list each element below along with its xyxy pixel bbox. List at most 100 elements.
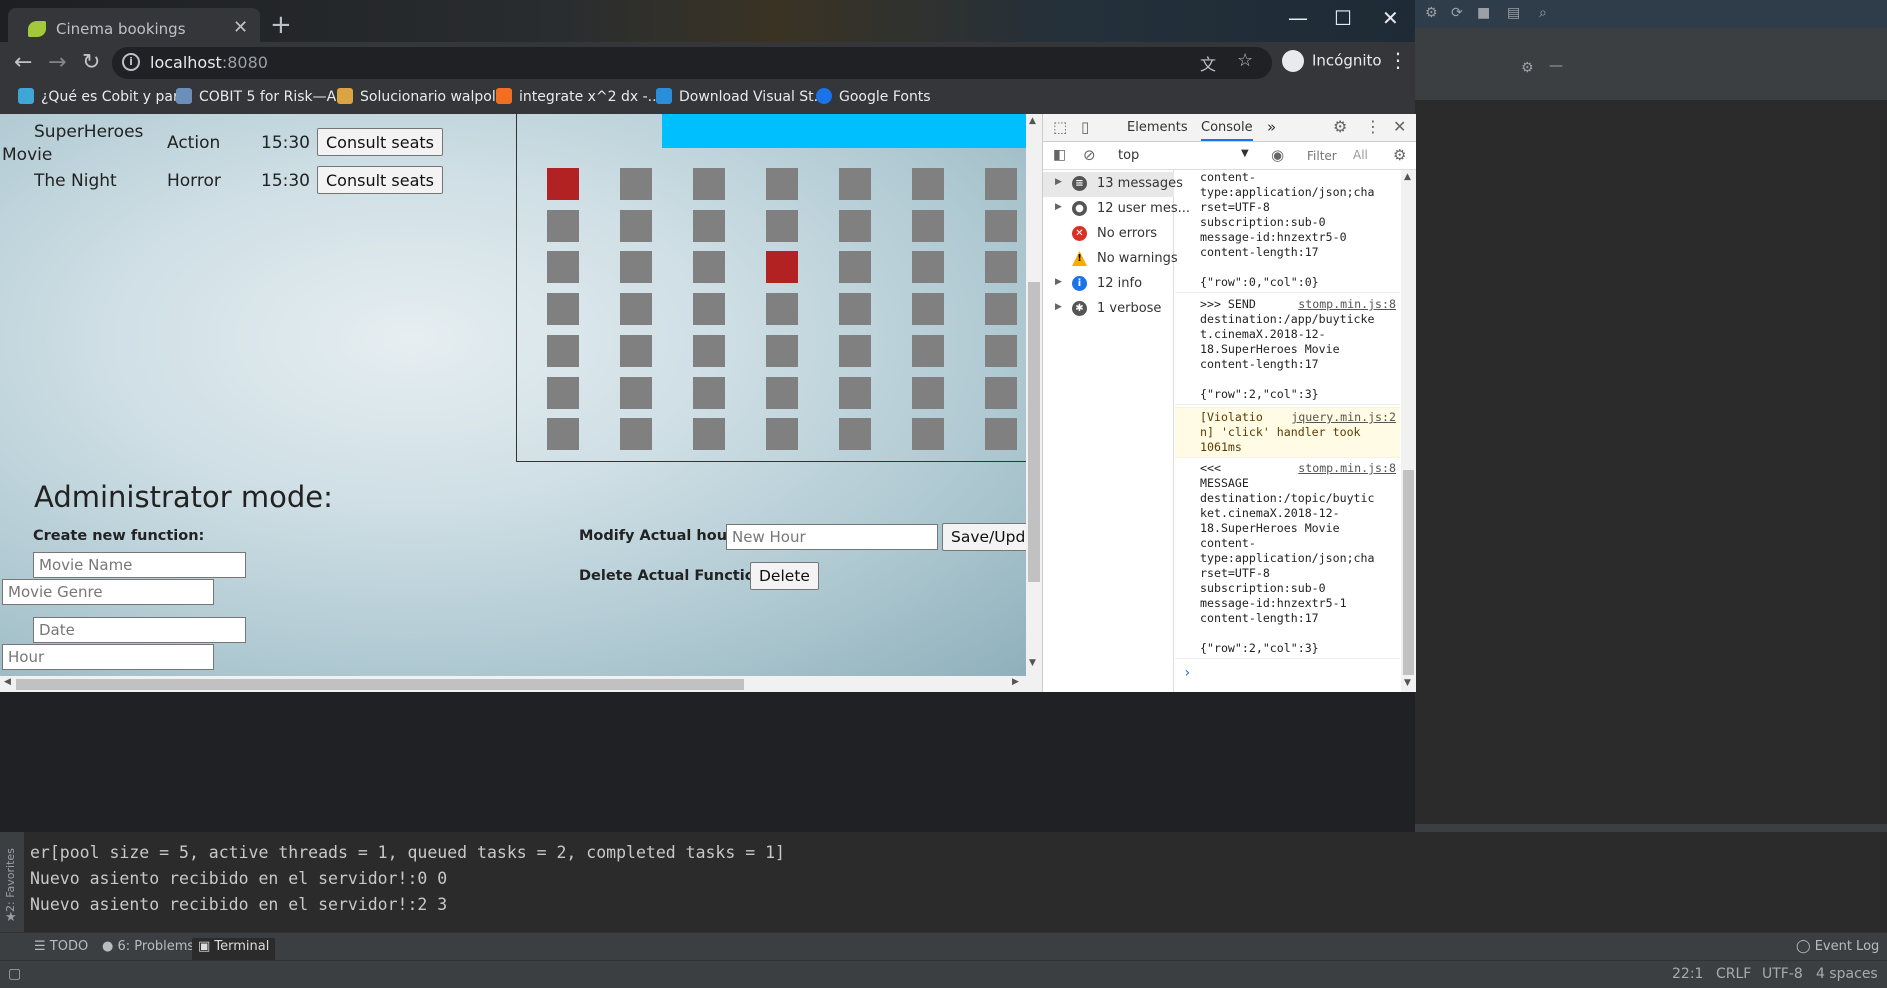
bookmark-item[interactable]: Google Fonts — [816, 88, 931, 105]
seat-taken[interactable] — [547, 168, 579, 200]
incognito-indicator[interactable]: Incógnito — [1282, 50, 1382, 72]
seat-available[interactable] — [766, 209, 798, 242]
seat-available[interactable] — [620, 168, 652, 200]
seat-available[interactable] — [693, 209, 725, 242]
close-tab-icon[interactable]: ✕ — [233, 17, 248, 38]
page-hscroll-thumb[interactable] — [16, 679, 744, 690]
status-encoding[interactable]: UTF-8 — [1762, 966, 1803, 982]
seat-available[interactable] — [620, 418, 652, 451]
console-filter-error[interactable]: ✕ No errors — [1043, 222, 1174, 247]
console-scrollbar[interactable]: ▲ ▼ — [1401, 170, 1416, 692]
seat-available[interactable] — [693, 334, 725, 367]
seat-available[interactable] — [839, 209, 871, 242]
seat-available[interactable] — [766, 168, 798, 200]
devtools-menu-icon[interactable]: ⋮ — [1365, 117, 1381, 136]
seat-available[interactable] — [912, 251, 944, 284]
console-source-link[interactable]: stomp.min.js:8 — [1298, 297, 1396, 312]
seat-available[interactable] — [985, 418, 1017, 451]
console-settings-icon[interactable]: ⚙ — [1393, 146, 1406, 164]
seat-available[interactable] — [547, 251, 579, 284]
console-messages[interactable]: content- type:application/json;cha rset=… — [1175, 170, 1400, 692]
translate-icon[interactable]: 文 — [1200, 51, 1216, 75]
seat-available[interactable] — [985, 209, 1017, 242]
console-filter-bug[interactable]: ▶ ✱ 1 verbose — [1043, 297, 1174, 322]
devtools-settings-icon[interactable]: ⚙ — [1333, 117, 1347, 136]
context-dropdown-icon[interactable]: ▼ — [1241, 148, 1249, 159]
seat-available[interactable] — [547, 293, 579, 326]
scroll-right-arrow-icon[interactable]: ▶ — [1012, 677, 1019, 687]
seat-available[interactable] — [693, 251, 725, 284]
seat-available[interactable] — [693, 418, 725, 451]
search-icon[interactable]: ⌕ — [1539, 5, 1547, 21]
seat-available[interactable] — [693, 293, 725, 326]
reload-icon[interactable]: ↻ — [82, 50, 100, 75]
browser-menu-icon[interactable]: ⋮ — [1388, 48, 1408, 72]
delete-button[interactable]: Delete — [750, 562, 819, 590]
bookmark-item[interactable]: COBIT 5 for Risk—A... — [176, 88, 349, 105]
tab-terminal[interactable]: ▣ Terminal — [192, 938, 276, 960]
console-source-link[interactable]: jquery.min.js:2 — [1291, 410, 1396, 425]
seat-available[interactable] — [766, 376, 798, 409]
settings-icon[interactable]: ⚙ — [1425, 5, 1438, 21]
status-square-icon[interactable]: ▢ — [8, 966, 21, 982]
consult-seats-button[interactable]: Consult seats — [317, 166, 443, 194]
sidebar-toggle-icon[interactable]: ◧ — [1053, 147, 1066, 163]
live-expression-eye-icon[interactable]: ◉ — [1271, 146, 1284, 164]
maximize-window-button[interactable]: ☐ — [1334, 6, 1352, 30]
console-scroll-thumb[interactable] — [1403, 470, 1414, 675]
page-vertical-scrollbar[interactable]: ▲ ▼ — [1026, 114, 1042, 676]
new-tab-button[interactable]: + — [270, 10, 292, 40]
layout-icon[interactable]: ▤ — [1507, 5, 1520, 21]
event-log-button[interactable]: ◯ Event Log — [1790, 938, 1885, 960]
movie-name-input[interactable] — [33, 552, 246, 578]
minimize-icon[interactable]: — — [1549, 58, 1563, 74]
stop-icon[interactable]: ■ — [1477, 5, 1490, 21]
page-horizontal-scrollbar[interactable]: ◀ ▶ — [0, 676, 1042, 692]
scroll-down-arrow-icon[interactable]: ▼ — [1029, 658, 1036, 668]
seat-available[interactable] — [839, 293, 871, 326]
seat-available[interactable] — [985, 293, 1017, 326]
seat-available[interactable] — [547, 418, 579, 451]
console-filter-info[interactable]: ▶ i 12 info — [1043, 272, 1174, 297]
bookmark-item[interactable]: Solucionario walpol... — [337, 88, 509, 105]
inspect-element-icon[interactable]: ⬚ — [1053, 118, 1067, 136]
tab-console[interactable]: Console — [1201, 120, 1253, 141]
seat-available[interactable] — [620, 209, 652, 242]
seat-available[interactable] — [912, 209, 944, 242]
expand-arrow-icon[interactable]: ▶ — [1055, 202, 1062, 212]
scroll-up-arrow-icon[interactable]: ▲ — [1029, 116, 1036, 126]
back-arrow-icon[interactable]: ← — [14, 50, 32, 75]
seat-available[interactable] — [912, 334, 944, 367]
seat-available[interactable] — [620, 293, 652, 326]
clear-console-icon[interactable]: ⊘ — [1083, 146, 1096, 164]
seat-available[interactable] — [985, 334, 1017, 367]
forward-arrow-icon[interactable]: → — [48, 50, 66, 75]
seat-available[interactable] — [839, 168, 871, 200]
tab-todo[interactable]: ☰ TODO — [28, 938, 94, 960]
console-source-link[interactable]: stomp.min.js:8 — [1298, 461, 1396, 476]
expand-arrow-icon[interactable]: ▶ — [1055, 277, 1062, 287]
gear-icon[interactable]: ⚙ — [1521, 60, 1534, 76]
consult-seats-button[interactable]: Consult seats — [317, 128, 443, 156]
seat-available[interactable] — [912, 376, 944, 409]
seat-available[interactable] — [839, 334, 871, 367]
status-indent[interactable]: 4 spaces — [1816, 966, 1878, 982]
seat-available[interactable] — [985, 376, 1017, 409]
seat-available[interactable] — [547, 209, 579, 242]
console-filter-user[interactable]: ▶ ● 12 user mes... — [1043, 197, 1190, 222]
expand-arrow-icon[interactable]: ▶ — [1055, 177, 1062, 187]
seat-available[interactable] — [547, 334, 579, 367]
seat-available[interactable] — [766, 418, 798, 451]
context-selector[interactable]: top — [1118, 148, 1139, 163]
page-vscroll-thumb[interactable] — [1028, 282, 1040, 582]
seat-available[interactable] — [912, 293, 944, 326]
seat-available[interactable] — [839, 376, 871, 409]
seat-available[interactable] — [839, 418, 871, 451]
close-window-button[interactable]: ✕ — [1382, 6, 1399, 30]
date-input[interactable] — [33, 617, 246, 643]
seat-available[interactable] — [620, 334, 652, 367]
new-hour-input[interactable] — [726, 524, 938, 550]
more-tabs-icon[interactable]: » — [1267, 118, 1276, 136]
status-line-separator[interactable]: CRLF — [1716, 966, 1751, 982]
movie-genre-input[interactable] — [2, 579, 214, 605]
